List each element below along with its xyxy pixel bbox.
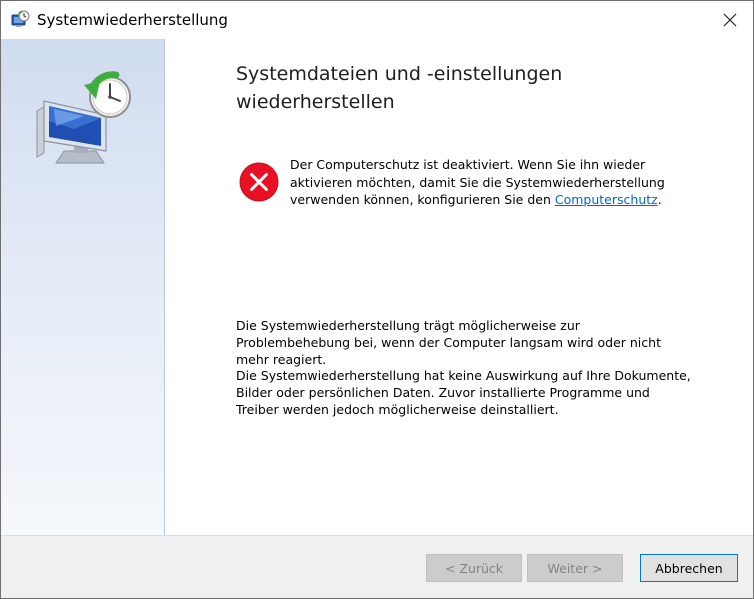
- page-title-line2: wiederherstellen: [236, 91, 395, 113]
- computer-protection-link[interactable]: Computerschutz: [555, 192, 658, 207]
- error-message: Der Computerschutz ist deaktiviert. Wenn…: [290, 156, 710, 209]
- window-title: Systemwiederherstellung: [37, 11, 228, 29]
- content-area: Systemdateien und -einstellungen wiederh…: [166, 39, 753, 537]
- cancel-button[interactable]: Abbrechen: [640, 554, 738, 582]
- page-title: Systemdateien und -einstellungen wiederh…: [236, 60, 656, 116]
- error-message-end: .: [657, 192, 662, 207]
- system-restore-monitor-clock-icon: [34, 71, 134, 171]
- info-paragraph-2: Die Systemwiederherstellung hat keine Au…: [236, 368, 691, 417]
- error-icon: [239, 162, 279, 202]
- close-icon: [723, 13, 737, 27]
- title-bar[interactable]: Systemwiederherstellung: [1, 1, 753, 39]
- info-paragraph-1: Die Systemwiederherstellung trägt möglic…: [236, 318, 661, 367]
- button-bar: < Zurück Weiter > Abbrechen: [1, 535, 753, 598]
- sidebar-panel: [1, 39, 165, 537]
- page-title-line1: Systemdateien und -einstellungen: [236, 63, 563, 85]
- system-restore-dialog: Systemwiederherstellung Systemdateien un…: [0, 0, 754, 599]
- next-button[interactable]: Weiter >: [527, 554, 623, 582]
- close-button[interactable]: [707, 1, 753, 39]
- system-restore-icon: [10, 10, 30, 30]
- back-button[interactable]: < Zurück: [426, 554, 522, 582]
